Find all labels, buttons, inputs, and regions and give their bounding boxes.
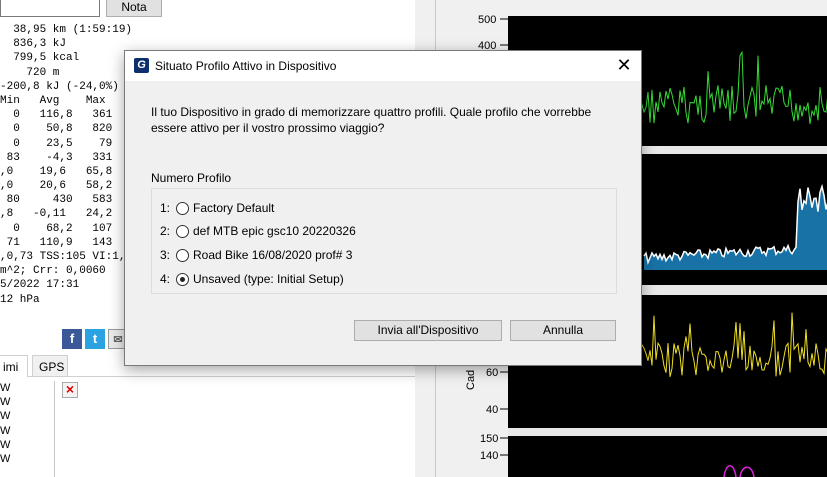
- chart-separator: [508, 428, 827, 436]
- list-item[interactable]: W: [0, 452, 54, 466]
- radio-button[interactable]: [176, 201, 189, 215]
- list-item[interactable]: W: [0, 424, 54, 438]
- option-number: 1:: [160, 201, 171, 215]
- profile-dialog: G Situato Profilo Attivo in Dispositivo …: [124, 50, 642, 366]
- profile-group-label: Numero Profilo: [151, 171, 232, 185]
- close-button[interactable]: ✕: [607, 51, 641, 81]
- lap-list: WWWWWW ×: [0, 377, 415, 477]
- option-label: Unsaved (type: Initial Setup): [193, 272, 344, 286]
- list-item[interactable]: W: [0, 409, 54, 423]
- radio-button[interactable]: [176, 248, 189, 262]
- profile-options: 1: Factory Default 2: def MTB epic gsc10…: [151, 188, 617, 294]
- list-item[interactable]: W: [0, 381, 54, 395]
- note-input[interactable]: [0, 0, 100, 17]
- tick-label: 40: [486, 404, 498, 416]
- delete-icon[interactable]: ×: [62, 382, 78, 398]
- app-logo-icon: G: [134, 58, 149, 73]
- stat-line: 38,95 km (1:59:19): [0, 24, 133, 36]
- heart-chart-bg: [508, 436, 827, 477]
- nota-button[interactable]: Nota: [106, 0, 162, 17]
- tab-gps[interactable]: GPS: [32, 355, 68, 377]
- tick-label: 60: [486, 367, 498, 379]
- facebook-icon[interactable]: f: [62, 329, 82, 349]
- cadence-axis-label: Cad: [465, 370, 477, 390]
- tick-label: 140: [480, 450, 498, 462]
- twitter-icon[interactable]: t: [85, 329, 105, 349]
- send-to-device-button[interactable]: Invia all'Dispositivo: [354, 320, 502, 341]
- list-item[interactable]: W: [0, 438, 54, 452]
- option-label: def MTB epic gsc10 20220326: [193, 224, 356, 238]
- profile-option-1[interactable]: 1: Factory Default: [160, 199, 274, 217]
- dialog-message: Il tuo Dispositivo in grado di memorizza…: [151, 105, 592, 135]
- radio-button[interactable]: [176, 224, 189, 238]
- profile-option-2[interactable]: 2: def MTB epic gsc10 20220326: [160, 222, 356, 240]
- dialog-titlebar[interactable]: G Situato Profilo Attivo in Dispositivo …: [125, 51, 641, 81]
- tick-label: 150: [480, 433, 498, 445]
- profile-option-4[interactable]: 4: Unsaved (type: Initial Setup): [160, 270, 344, 288]
- option-label: Road Bike 16/08/2020 prof# 3: [193, 248, 353, 262]
- lap-list-column[interactable]: WWWWWW: [0, 381, 55, 477]
- option-label: Factory Default: [193, 201, 275, 215]
- option-number: 2:: [160, 224, 171, 238]
- cancel-button[interactable]: Annulla: [510, 320, 616, 341]
- tick-label: 500: [478, 14, 496, 26]
- dialog-title: Situato Profilo Attivo in Dispositivo: [155, 59, 337, 73]
- list-item[interactable]: W: [0, 395, 54, 409]
- profile-option-3[interactable]: 3: Road Bike 16/08/2020 prof# 3: [160, 246, 352, 264]
- tab-laps[interactable]: imi: [0, 355, 28, 377]
- option-number: 4:: [160, 272, 171, 286]
- radio-button[interactable]: [176, 272, 189, 286]
- option-number: 3:: [160, 248, 171, 262]
